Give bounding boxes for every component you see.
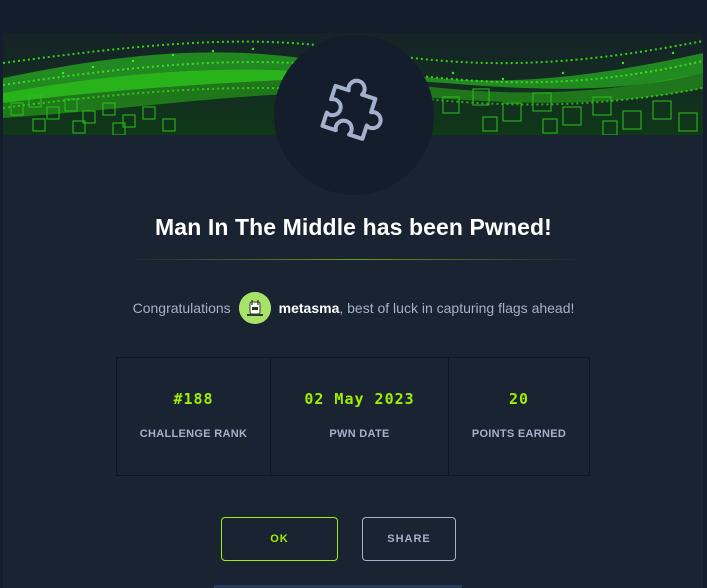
stat-challenge-rank: #188 CHALLENGE RANK [117, 358, 271, 475]
challenge-avatar [274, 35, 434, 195]
stat-label: POINTS EARNED [471, 428, 567, 440]
puzzle-piece-icon [314, 73, 394, 158]
share-button[interactable]: SHARE [362, 517, 456, 561]
ok-button[interactable]: OK [221, 517, 338, 561]
divider [124, 259, 584, 260]
stat-value: #188 [173, 390, 214, 408]
congrats-message: Congratulations metasma , best of luck i… [0, 292, 707, 324]
stat-label: CHALLENGE RANK [139, 428, 248, 440]
username-link[interactable]: metasma [279, 300, 340, 316]
stat-pwn-date: 02 May 2023 PWN DATE [271, 358, 449, 475]
avatar [238, 292, 271, 324]
stat-value: 02 May 2023 [304, 390, 415, 408]
stat-label: PWN DATE [329, 428, 390, 440]
congrats-prefix: Congratulations [132, 300, 231, 316]
stat-points-earned: 20 POINTS EARNED [449, 358, 589, 475]
stats-panel: #188 CHALLENGE RANK 02 May 2023 PWN DATE… [116, 357, 590, 476]
page-title: Man In The Middle has been Pwned! [155, 214, 552, 240]
stat-value: 20 [508, 390, 530, 408]
congrats-suffix: , best of luck in capturing flags ahead! [339, 300, 575, 316]
